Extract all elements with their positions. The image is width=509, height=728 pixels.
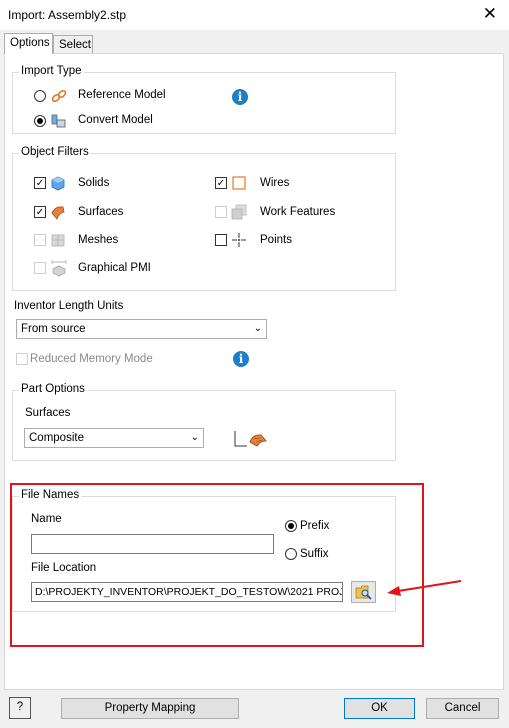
cancel-button[interactable]: Cancel: [426, 698, 499, 719]
object-filters-legend: Object Filters: [19, 146, 91, 158]
surfaces-dropdown[interactable]: Composite ⌄: [24, 428, 204, 448]
import-type-legend: Import Type: [19, 65, 84, 77]
surfaces-option-label: Surfaces: [25, 407, 71, 419]
length-units-dropdown[interactable]: From source ⌄: [16, 319, 267, 339]
composite-surface-icon: [233, 429, 269, 452]
meshes-checkbox[interactable]: [34, 234, 46, 246]
import-type-group: Import Type Reference Model Convert Mode…: [12, 65, 396, 134]
object-filters-group: Object Filters Solids Surfaces Meshes: [12, 146, 396, 291]
title-bar: Import: Assembly2.stp ✕: [0, 0, 509, 30]
surfaces-dropdown-value: Composite: [29, 432, 84, 444]
length-units-label: Inventor Length Units: [14, 300, 124, 312]
convert-model-icon: [51, 113, 67, 132]
wires-label: Wires: [260, 177, 290, 189]
chevron-down-icon: ⌄: [253, 323, 262, 334]
ok-button[interactable]: OK: [344, 698, 415, 719]
surface-icon: [50, 204, 66, 223]
solids-label: Solids: [78, 177, 110, 189]
reduced-memory-label: Reduced Memory Mode: [30, 353, 153, 365]
point-icon: [231, 232, 247, 251]
graphical-pmi-label: Graphical PMI: [78, 262, 151, 274]
convert-model-label: Convert Model: [78, 114, 153, 126]
link-icon: [51, 88, 67, 107]
reference-model-label: Reference Model: [78, 89, 166, 101]
work-features-checkbox[interactable]: [215, 206, 227, 218]
work-features-icon: [231, 204, 247, 223]
part-options-group: Part Options Surfaces Composite ⌄: [12, 383, 396, 461]
tab-select[interactable]: Select: [53, 35, 93, 54]
points-label: Points: [260, 234, 292, 246]
surfaces-label: Surfaces: [78, 206, 124, 218]
window-title: Import: Assembly2.stp: [8, 8, 127, 22]
wires-checkbox[interactable]: [215, 177, 227, 189]
highlight-arrow-icon: [387, 580, 462, 596]
solid-cube-icon: [50, 175, 66, 194]
info-icon[interactable]: i: [233, 351, 249, 367]
property-mapping-button[interactable]: Property Mapping: [61, 698, 239, 719]
highlight-rectangle: [10, 483, 424, 647]
info-icon[interactable]: i: [232, 89, 248, 105]
work-features-label: Work Features: [260, 206, 336, 218]
part-options-legend: Part Options: [19, 383, 87, 395]
help-button[interactable]: ?: [9, 697, 31, 719]
tab-options[interactable]: Options: [4, 33, 53, 54]
points-checkbox[interactable]: [215, 234, 227, 246]
reference-model-radio[interactable]: [34, 90, 46, 102]
surfaces-checkbox[interactable]: [34, 206, 46, 218]
reduced-memory-checkbox[interactable]: [16, 353, 28, 365]
mesh-icon: [50, 232, 66, 251]
chevron-down-icon: ⌄: [190, 432, 199, 443]
close-icon[interactable]: ✕: [483, 5, 497, 23]
graphical-pmi-checkbox[interactable]: [34, 262, 46, 274]
length-units-value: From source: [21, 323, 86, 335]
convert-model-radio[interactable]: [34, 115, 46, 127]
solids-checkbox[interactable]: [34, 177, 46, 189]
wire-icon: [232, 176, 246, 193]
meshes-label: Meshes: [78, 234, 119, 246]
graphical-pmi-icon: [50, 259, 68, 280]
